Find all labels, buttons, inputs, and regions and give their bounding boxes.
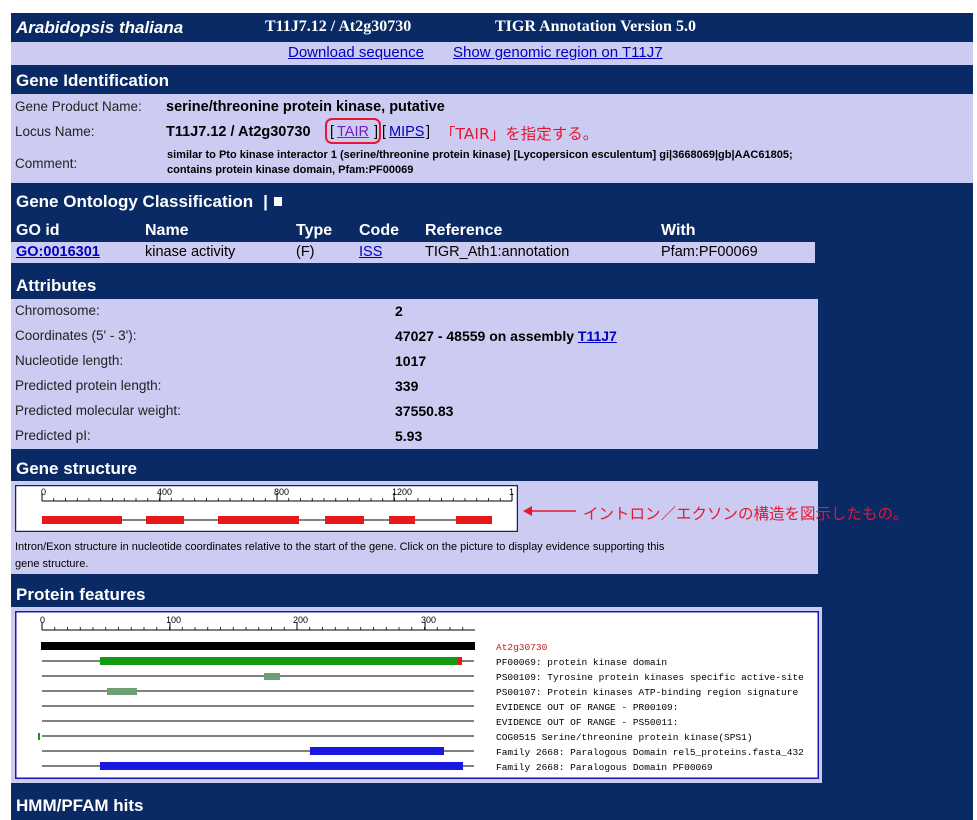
go-col-id: GO id bbox=[16, 222, 60, 239]
comment-line-1: similar to Pto kinase interactor 1 (seri… bbox=[167, 149, 793, 161]
track-label-family-pf00069: Family 2668: Paralogous Domain PF00069 bbox=[496, 762, 713, 773]
feature-pfam-end-marker bbox=[458, 657, 462, 665]
feature-cog0515 bbox=[38, 733, 40, 740]
protein-length-label: Predicted protein length: bbox=[15, 378, 162, 393]
product-name-label: Gene Product Name: bbox=[15, 99, 142, 114]
feature-family-pf00069 bbox=[100, 762, 463, 770]
export-icon[interactable] bbox=[273, 197, 282, 206]
gene-structure-annotation: イントロン／エクソンの構造を図示したもの。 bbox=[583, 505, 909, 523]
exon-1 bbox=[42, 516, 122, 524]
locus-name-label: Locus Name: bbox=[15, 124, 95, 139]
feature-ps00109 bbox=[264, 673, 280, 680]
prot-tick-label-100: 100 bbox=[166, 615, 181, 625]
gene-tick-label-800: 800 bbox=[274, 487, 289, 497]
go-col-code: Code bbox=[359, 222, 399, 239]
annotation-arrow-icon bbox=[523, 506, 576, 516]
species-name: Arabidopsis thaliana bbox=[16, 18, 184, 37]
nucleotide-length-label: Nucleotide length: bbox=[15, 353, 124, 368]
feature-ps00107 bbox=[107, 688, 137, 695]
go-id-link[interactable]: GO:0016301 bbox=[16, 244, 100, 260]
tair-instruction-annotation: 「TAIR」を指定する。 bbox=[440, 125, 599, 143]
exon-4 bbox=[325, 516, 364, 524]
track-label-ps00107: PS00107: Protein kinases ATP-binding reg… bbox=[496, 687, 798, 698]
download-sequence-link[interactable]: Download sequence bbox=[288, 44, 424, 61]
gene-structure-caption-2: gene structure. bbox=[15, 558, 89, 570]
track-label-ps00109: PS00109: Tyrosine protein kinases specif… bbox=[496, 672, 804, 683]
go-col-with: With bbox=[661, 222, 696, 239]
go-heading-text: Gene Ontology Classification bbox=[16, 192, 254, 211]
exon-5 bbox=[389, 516, 415, 524]
gene-tick-label-end: 1 bbox=[509, 487, 514, 497]
go-heading: Gene Ontology Classification | bbox=[16, 192, 282, 212]
attributes-heading: Attributes bbox=[16, 276, 97, 295]
coordinates-value: 47027 - 48559 on assembly T11J7 bbox=[395, 328, 617, 344]
go-name-cell: kinase activity bbox=[145, 244, 236, 260]
coordinates-range: 47027 - 48559 on assembly bbox=[395, 328, 575, 344]
go-col-name: Name bbox=[145, 222, 189, 239]
go-reference-cell: TIGR_Ath1:annotation bbox=[425, 244, 570, 260]
locus-name-value: T11J7.12 / At2g30730 bbox=[166, 124, 311, 140]
track-label-ps50011: EVIDENCE OUT OF RANGE - PS50011: bbox=[496, 717, 678, 728]
gene-structure-heading: Gene structure bbox=[16, 459, 137, 478]
predicted-pi-value: 5.93 bbox=[395, 428, 423, 444]
protein-features-heading: Protein features bbox=[16, 585, 146, 604]
molecular-weight-value: 37550.83 bbox=[395, 403, 454, 419]
genomic-region-link[interactable]: Show genomic region on T11J7 bbox=[453, 44, 663, 61]
go-separator: | bbox=[263, 192, 268, 211]
go-type-cell: (F) bbox=[296, 244, 315, 260]
comment-line-2: contains protein kinase domain, Pfam:PF0… bbox=[167, 164, 414, 176]
go-code-link[interactable]: ISS bbox=[359, 244, 382, 260]
chromosome-label: Chromosome: bbox=[15, 303, 100, 318]
annotation-version: TIGR Annotation Version 5.0 bbox=[495, 18, 696, 35]
nucleotide-length-value: 1017 bbox=[395, 353, 427, 369]
comment-label: Comment: bbox=[15, 156, 78, 171]
gene-structure-caption-1: Intron/Exon structure in nucleotide coor… bbox=[15, 541, 665, 553]
gene-identification-heading: Gene Identification bbox=[16, 71, 170, 90]
protein-length-value: 339 bbox=[395, 378, 419, 394]
gene-structure-image[interactable]: 0 400 800 1200 1 bbox=[15, 485, 518, 532]
gene-structure-frame bbox=[15, 485, 518, 532]
predicted-pi-label: Predicted pI: bbox=[15, 428, 91, 443]
track-label-pr00109: EVIDENCE OUT OF RANGE - PR00109: bbox=[496, 702, 678, 713]
bracket-mid: ] [ bbox=[374, 124, 387, 140]
molecular-weight-label: Predicted molecular weight: bbox=[15, 403, 181, 418]
track-label-family-rel5: Family 2668: Paralogous Domain rel5_prot… bbox=[496, 747, 804, 758]
exon-2 bbox=[146, 516, 184, 524]
chromosome-value: 2 bbox=[395, 303, 403, 319]
mips-link[interactable]: MIPS bbox=[389, 124, 424, 140]
gene-tick-label-0: 0 bbox=[41, 487, 46, 497]
attributes-panel bbox=[11, 299, 818, 449]
go-with-cell: Pfam:PF00069 bbox=[661, 244, 758, 260]
gene-tick-label-400: 400 bbox=[157, 487, 172, 497]
product-name-value: serine/threonine protein kinase, putativ… bbox=[166, 99, 445, 115]
track-label-cog0515: COG0515 Serine/threonine protein kinase(… bbox=[496, 732, 753, 743]
locus-title: T11J7.12 / At2g30730 bbox=[265, 18, 412, 35]
exon-6 bbox=[456, 516, 492, 524]
feature-family-rel5 bbox=[310, 747, 444, 755]
prot-tick-label-200: 200 bbox=[293, 615, 308, 625]
track-label-pfam: PF00069: protein kinase domain bbox=[496, 657, 667, 668]
go-col-reference: Reference bbox=[425, 222, 503, 239]
bracket-close: ] bbox=[426, 124, 431, 140]
protein-features-image[interactable]: 0 100 200 300 At2g30730 PF00069: protein… bbox=[15, 611, 819, 779]
hmm-pfam-heading: HMM/PFAM hits bbox=[16, 796, 144, 815]
exon-3 bbox=[218, 516, 299, 524]
prot-tick-label-300: 300 bbox=[421, 615, 436, 625]
gene-tick-label-1200: 1200 bbox=[392, 487, 412, 497]
tair-link[interactable]: TAIR bbox=[337, 124, 369, 140]
feature-pfam-domain bbox=[100, 657, 462, 665]
assembly-link[interactable]: T11J7 bbox=[578, 328, 617, 344]
track-label-locus: At2g30730 bbox=[496, 642, 548, 653]
feature-protein-bar bbox=[41, 642, 475, 650]
go-col-type: Type bbox=[296, 222, 333, 239]
coordinates-label: Coordinates (5' - 3'): bbox=[15, 328, 137, 343]
prot-tick-label-0: 0 bbox=[40, 615, 45, 625]
